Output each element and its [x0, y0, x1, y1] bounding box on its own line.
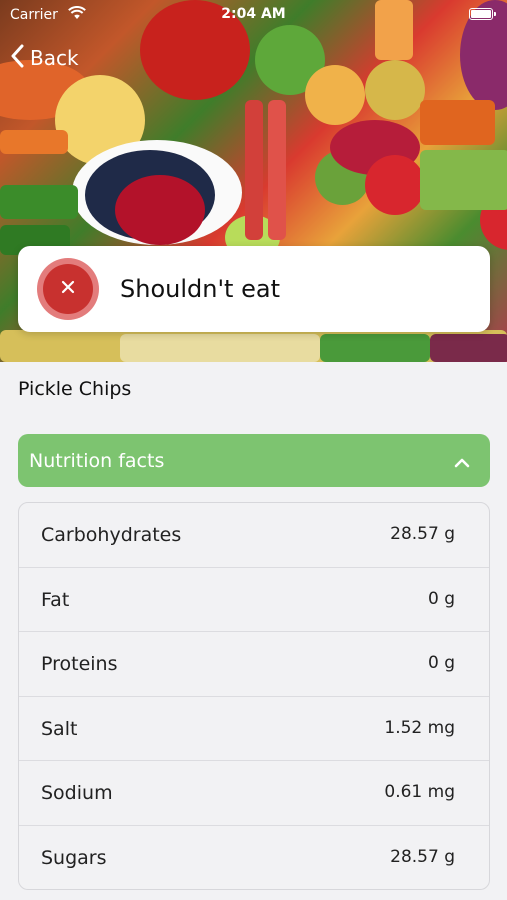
nutrition-row-salt: Salt 1.52 mg — [19, 697, 489, 762]
nutrient-value: 0 g — [427, 588, 455, 609]
back-label: Back — [30, 46, 79, 70]
nutrition-facts-toggle[interactable]: Nutrition facts — [18, 434, 490, 487]
clock: 2:04 AM — [221, 6, 286, 22]
nutrition-row-sodium: Sodium 0.61 mg — [19, 761, 489, 826]
nutrient-value: 28.57 g — [390, 846, 455, 867]
status-bar: Carrier 2:04 AM — [0, 0, 507, 30]
nutrition-row-carbohydrates: Carbohydrates 28.57 g — [19, 503, 489, 568]
nutrient-value: 28.57 g — [390, 524, 455, 544]
chevron-up-icon — [454, 452, 470, 474]
verdict-badge — [37, 258, 99, 320]
nutrient-value: 1.52 mg — [384, 717, 455, 738]
back-button[interactable]: Back — [10, 42, 79, 74]
nutrient-value: 0.61 mg — [384, 782, 455, 803]
verdict-card: Shouldn't eat — [18, 246, 490, 332]
nutrition-row-sugars: Sugars 28.57 g — [19, 826, 489, 889]
nutrient-label: Salt — [41, 717, 78, 740]
nutrient-value: 0 g — [427, 653, 455, 674]
nutrient-label: Sodium — [41, 782, 113, 805]
nutrient-label: Sugars — [41, 846, 107, 869]
verdict-label: Shouldn't eat — [120, 275, 280, 303]
nutrient-label: Proteins — [41, 653, 118, 676]
product-name: Pickle Chips — [18, 378, 132, 400]
nutrition-facts-title: Nutrition facts — [29, 449, 165, 472]
nutrition-row-proteins: Proteins 0 g — [19, 632, 489, 697]
close-icon — [60, 279, 76, 299]
nutrition-row-fat: Fat 0 g — [19, 568, 489, 633]
chevron-left-icon — [10, 44, 24, 73]
nutrition-facts-list: Carbohydrates 28.57 g Fat 0 g Proteins 0… — [18, 502, 490, 890]
battery-icon — [469, 8, 496, 20]
nutrient-label: Fat — [41, 588, 70, 611]
nutrient-label: Carbohydrates — [41, 524, 182, 546]
